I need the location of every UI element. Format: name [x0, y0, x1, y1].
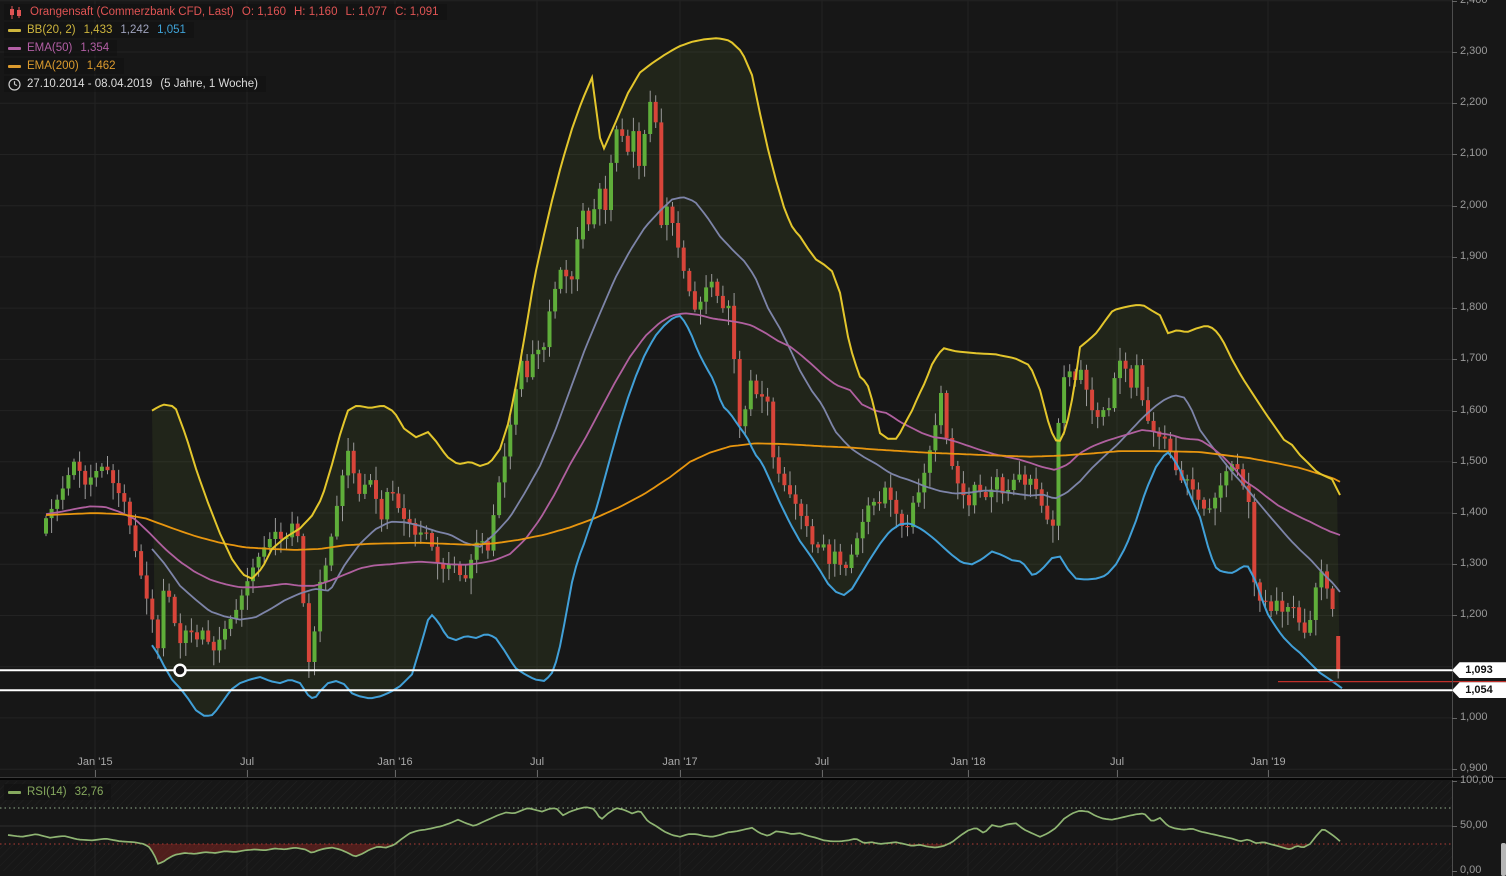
price-tick-label: 2,100: [1460, 147, 1488, 159]
price-tick-label: 2,200: [1460, 96, 1488, 108]
symbol-close: C: 1,091: [395, 5, 438, 19]
price-tick-label: 1,200: [1460, 608, 1488, 620]
price-tick-label: 0,900: [1460, 762, 1488, 774]
ema50-value: 1,354: [80, 41, 109, 55]
rsi-legend[interactable]: RSI(14) 32,76: [4, 784, 111, 802]
price-tick-label: 1,700: [1460, 352, 1488, 364]
legend-ema50-row[interactable]: EMA(50) 1,354: [4, 40, 117, 56]
ema200-label: EMA(200): [27, 59, 79, 73]
timeframe-range: 27.10.2014 - 08.04.2019: [27, 77, 152, 91]
trading-chart-window: Orangensaft (Commerzbank CFD, Last) O: 1…: [0, 0, 1506, 876]
symbol-title: Orangensaft (Commerzbank CFD, Last): [30, 5, 234, 19]
price-tick-label: 1,900: [1460, 250, 1488, 262]
price-tick-label: 1,500: [1460, 455, 1488, 467]
ema50-swatch-icon: [8, 47, 21, 50]
price-line-label: 1,054: [1452, 682, 1506, 698]
ema200-value: 1,462: [87, 59, 116, 73]
rsi-tick-label: 50,00: [1460, 819, 1488, 831]
ema50-label: EMA(50): [27, 41, 72, 55]
bb-middle-value: 1,242: [120, 23, 149, 37]
rsi-tick-label: 0,00: [1460, 864, 1481, 876]
price-tick-label: 1,800: [1460, 301, 1488, 313]
symbol-high: H: 1,160: [294, 5, 337, 19]
price-tick-label: 1,600: [1460, 404, 1488, 416]
price-axis[interactable]: 2,400 2,300 2,200 2,100 2,000 1,900 1,800 1,700…: [1452, 0, 1506, 876]
price-tick-label: 2,300: [1460, 45, 1488, 57]
price-tick-label: 1,400: [1460, 506, 1488, 518]
rsi-overbought-zone: [0, 781, 1452, 808]
symbol-open: O: 1,160: [242, 5, 286, 19]
pane-separator[interactable]: [0, 777, 1506, 780]
candlestick-icon: [8, 6, 24, 19]
legend-bb-row[interactable]: BB(20, 2) 1,433 1,242 1,051: [4, 22, 194, 38]
clock-icon: [8, 78, 21, 91]
bb-swatch-icon: [8, 29, 21, 32]
rsi-swatch-icon: [8, 791, 21, 794]
price-tick-label: 2,400: [1460, 0, 1488, 6]
legend-symbol-row[interactable]: Orangensaft (Commerzbank CFD, Last) O: 1…: [4, 4, 447, 20]
price-tick-label: 2,000: [1460, 199, 1488, 211]
timeframe-period: (5 Jahre, 1 Woche): [160, 77, 258, 91]
chart-canvas[interactable]: [0, 0, 1506, 876]
rsi-value: 32,76: [75, 785, 104, 799]
rsi-label: RSI(14): [27, 785, 67, 799]
bb-upper-value: 1,433: [84, 23, 113, 37]
line-anchor-marker[interactable]: [175, 665, 186, 676]
price-tick-label: 1,300: [1460, 557, 1488, 569]
legend-ema200-row[interactable]: EMA(200) 1,462: [4, 58, 124, 74]
bb-lower-value: 1,051: [157, 23, 186, 37]
bb-label: BB(20, 2): [27, 23, 76, 37]
chart-legend: Orangensaft (Commerzbank CFD, Last) O: 1…: [4, 4, 447, 94]
symbol-low: L: 1,077: [345, 5, 387, 19]
legend-timeframe-row[interactable]: 27.10.2014 - 08.04.2019 (5 Jahre, 1 Woch…: [4, 76, 266, 92]
price-tick-label: 1,000: [1460, 711, 1488, 723]
price-line-label: 1,093: [1452, 662, 1506, 678]
ema200-swatch-icon: [8, 65, 21, 68]
rsi-tick-label: 100,00: [1460, 774, 1494, 786]
scrollbar-thumb[interactable]: [1501, 843, 1506, 876]
